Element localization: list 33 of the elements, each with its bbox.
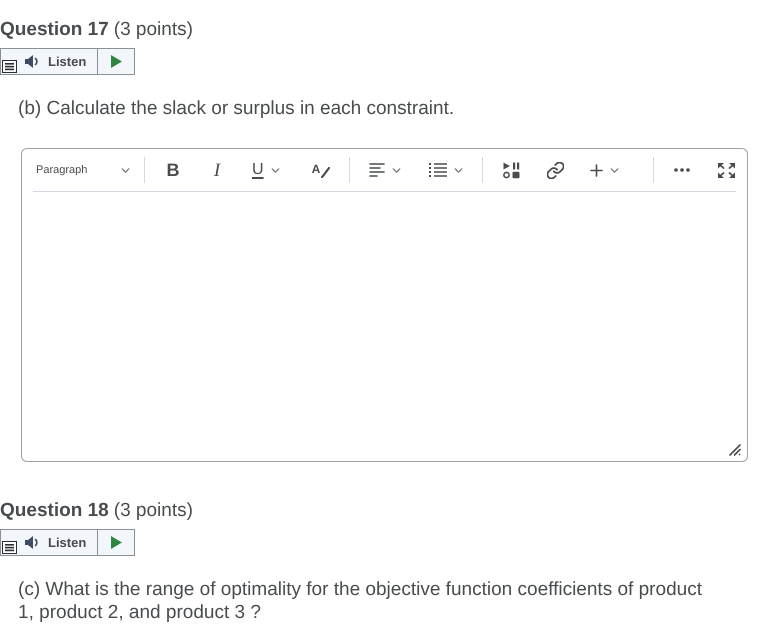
chevron-down-icon (270, 168, 280, 172)
question-points: (3 points) (114, 18, 193, 42)
ellipsis-icon (674, 168, 690, 172)
media-icon (502, 162, 520, 178)
menu-icon[interactable] (2, 60, 17, 73)
listen-button[interactable]: Listen (19, 49, 97, 74)
play-icon (110, 55, 122, 68)
plus-icon (590, 164, 603, 176)
bold-button[interactable]: B (157, 154, 189, 186)
chevron-down-icon (610, 168, 619, 172)
speaker-icon (25, 55, 40, 68)
question-number: Question 18 (0, 499, 109, 523)
bulleted-list-icon (429, 163, 447, 177)
text-color-button[interactable]: A (305, 154, 337, 186)
question-prompt: (b) Calculate the slack or surplus in each constraint. (18, 97, 456, 120)
chevron-down-icon (121, 168, 130, 172)
listen-button[interactable]: Listen (19, 530, 97, 555)
align-left-icon (369, 163, 385, 177)
question-prompt: (c) What is the range of optimality for the objective function coefficients of product 1, product 2, and product 3 ? (18, 578, 703, 624)
resize-grip-icon[interactable] (729, 444, 741, 456)
italic-button[interactable]: I (201, 154, 233, 186)
chevron-down-icon (392, 168, 401, 172)
question-number: Question 17 (0, 18, 109, 42)
menu-icon[interactable] (2, 541, 17, 554)
paragraph-style-select[interactable]: Paragraph (28, 154, 132, 186)
expand-icon (718, 162, 734, 178)
underline-button[interactable]: U (245, 154, 293, 186)
speaker-icon (25, 536, 40, 549)
link-icon (546, 162, 564, 178)
chevron-down-icon (454, 168, 463, 172)
play-icon (110, 536, 122, 549)
pen-stroke-icon (321, 166, 330, 178)
question-points: (3 points) (114, 499, 193, 523)
